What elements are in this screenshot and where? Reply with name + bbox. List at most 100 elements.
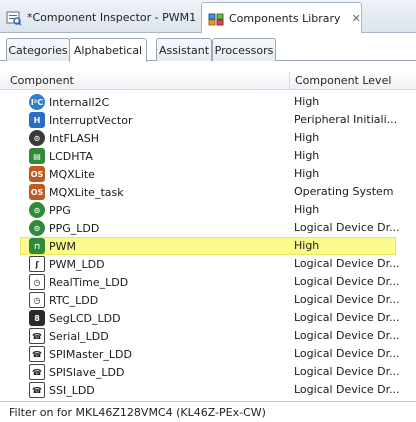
component-name-cell: I²C InternalI2C	[29, 94, 109, 110]
component-level: High	[294, 167, 320, 180]
component-name: SegLCD_LDD	[49, 311, 121, 325]
component-level: Logical Device Dr...	[294, 293, 400, 306]
inspector-icon	[6, 10, 22, 26]
tab-label: Processors	[214, 43, 274, 57]
component-level: Logical Device Dr...	[294, 347, 400, 360]
interrupt-vector-icon: H	[29, 112, 45, 128]
tab-alphabetical[interactable]: Alphabetical	[69, 38, 147, 62]
component-level: Logical Device Dr...	[294, 311, 400, 324]
table-row[interactable]: ▤ LCDHTA High	[0, 147, 416, 165]
i2c-icon: I²C	[29, 94, 45, 110]
component-name-cell: ⊙ PPG_LDD	[29, 220, 99, 236]
table-row[interactable]: ◷ RTC_LDD Logical Device Dr...	[0, 291, 416, 309]
table-row[interactable]: ⊓ PWM High	[0, 237, 416, 255]
component-name: Serial_LDD	[49, 329, 109, 343]
library-icon	[208, 11, 224, 27]
table-row[interactable]: 8 SegLCD_LDD Logical Device Dr...	[0, 309, 416, 327]
ppg-icon: ⊙	[29, 220, 45, 236]
component-level: Logical Device Dr...	[294, 329, 400, 342]
table-row[interactable]: I²C InternalI2C High	[0, 93, 416, 111]
component-name: InterruptVector	[49, 113, 133, 127]
table-row[interactable]: OS MQXLite High	[0, 165, 416, 183]
tab-label: Alphabetical	[73, 44, 143, 57]
flash-icon: ⊙	[29, 130, 45, 146]
component-name-cell: ☎ SPISlave_LDD	[29, 364, 125, 380]
os-icon: OS	[29, 184, 45, 200]
component-name-cell: ☎ Serial_LDD	[29, 328, 109, 344]
table-row[interactable]: ⊙ PPG_LDD Logical Device Dr...	[0, 219, 416, 237]
table-row[interactable]: ☎ Serial_LDD Logical Device Dr...	[0, 327, 416, 345]
component-name: InternalI2C	[49, 95, 110, 109]
tab-assistant[interactable]: Assistant	[156, 38, 212, 61]
clock-icon: ◷	[29, 292, 45, 308]
table-header: Component Component Level	[0, 71, 416, 90]
component-name-cell: 8 SegLCD_LDD	[29, 310, 121, 326]
component-name-cell: ▤ LCDHTA	[29, 148, 93, 164]
tab-label: Components Library	[229, 12, 341, 25]
component-name-cell: ☎ SPIMaster_LDD	[29, 346, 132, 362]
component-name-cell: OS MQXLite	[29, 166, 95, 182]
component-level: Operating System	[294, 185, 394, 198]
component-level: High	[294, 239, 320, 252]
component-name-cell: ⊓ PWM	[29, 238, 76, 254]
component-level: High	[294, 131, 320, 144]
component-name: PWM	[49, 239, 77, 253]
table-row[interactable]: ◷ RealTime_LDD Logical Device Dr...	[0, 273, 416, 291]
table-row[interactable]: ☎ SPISlave_LDD Logical Device Dr...	[0, 363, 416, 381]
component-name: RTC_LDD	[49, 293, 99, 307]
lcd-icon: ▤	[29, 148, 45, 164]
table-row[interactable]: ⊙ PPG High	[0, 201, 416, 219]
component-name: SPISlave_LDD	[49, 365, 125, 379]
component-name: LCDHTA	[49, 149, 93, 163]
column-header-component[interactable]: Component	[10, 74, 74, 87]
component-name-cell: H InterruptVector	[29, 112, 132, 128]
tab-label: *Component Inspector - PWM1	[27, 11, 197, 24]
pwm-icon: ⊓	[29, 238, 45, 254]
component-name: MQXLite_task	[49, 185, 124, 199]
component-name-cell: ◷ RealTime_LDD	[29, 274, 128, 290]
component-level: High	[294, 149, 320, 162]
tab-component-inspector[interactable]: *Component Inspector - PWM1	[0, 2, 200, 33]
ppg-icon: ⊙	[29, 202, 45, 218]
component-level: Logical Device Dr...	[294, 275, 400, 288]
table-row[interactable]: ʃ PWM_LDD Logical Device Dr...	[0, 255, 416, 273]
component-level: High	[294, 95, 320, 108]
component-name: IntFLASH	[49, 131, 100, 145]
component-level: Logical Device Dr...	[294, 383, 400, 396]
component-level: Logical Device Dr...	[294, 221, 400, 234]
serial-icon: ☎	[29, 382, 45, 398]
view-tab-bar: *Component Inspector - PWM1 Components L…	[0, 0, 416, 34]
component-name-cell: ◷ RTC_LDD	[29, 292, 98, 308]
filter-status-text: Filter on for MKL46Z128VMC4 (KL46Z-PEx-C…	[9, 406, 266, 419]
library-sub-tabs: Categories Alphabetical Assistant Proces…	[0, 33, 416, 62]
tab-label: Categories	[8, 43, 68, 57]
column-header-component-level[interactable]: Component Level	[295, 74, 391, 87]
table-row[interactable]: ⊙ IntFLASH High	[0, 129, 416, 147]
component-name-cell: ⊙ IntFLASH	[29, 130, 99, 146]
table-row[interactable]: OS MQXLite_task Operating System	[0, 183, 416, 201]
component-level: Logical Device Dr...	[294, 365, 400, 378]
clock-icon: ◷	[29, 274, 45, 290]
component-name: PPG_LDD	[49, 221, 100, 235]
component-name: SPIMaster_LDD	[49, 347, 132, 361]
tab-label: Assistant	[158, 43, 210, 57]
column-divider[interactable]	[289, 72, 290, 89]
component-name-cell: ☎ SSI_LDD	[29, 382, 95, 398]
component-name: PPG	[49, 203, 71, 217]
component-name-cell: ʃ PWM_LDD	[29, 256, 105, 272]
component-name: PWM_LDD	[49, 257, 105, 271]
table-row[interactable]: ☎ SPIMaster_LDD Logical Device Dr...	[0, 345, 416, 363]
table-row[interactable]: ☎ SSI_LDD Logical Device Dr...	[0, 381, 416, 399]
close-icon[interactable]: ✕	[352, 12, 361, 25]
component-name-cell: ⊙ PPG	[29, 202, 71, 218]
table-row[interactable]: H InterruptVector Peripheral Initiali...	[0, 111, 416, 129]
tab-processors[interactable]: Processors	[212, 38, 276, 61]
tab-components-library[interactable]: Components Library ✕	[201, 2, 362, 34]
lcd-segment-icon: 8	[29, 310, 45, 326]
status-bar: Filter on for MKL46Z128VMC4 (KL46Z-PEx-C…	[0, 401, 416, 422]
serial-icon: ☎	[29, 328, 45, 344]
component-name: RealTime_LDD	[49, 275, 129, 289]
os-icon: OS	[29, 166, 45, 182]
serial-icon: ☎	[29, 364, 45, 380]
tab-categories[interactable]: Categories	[6, 38, 70, 61]
